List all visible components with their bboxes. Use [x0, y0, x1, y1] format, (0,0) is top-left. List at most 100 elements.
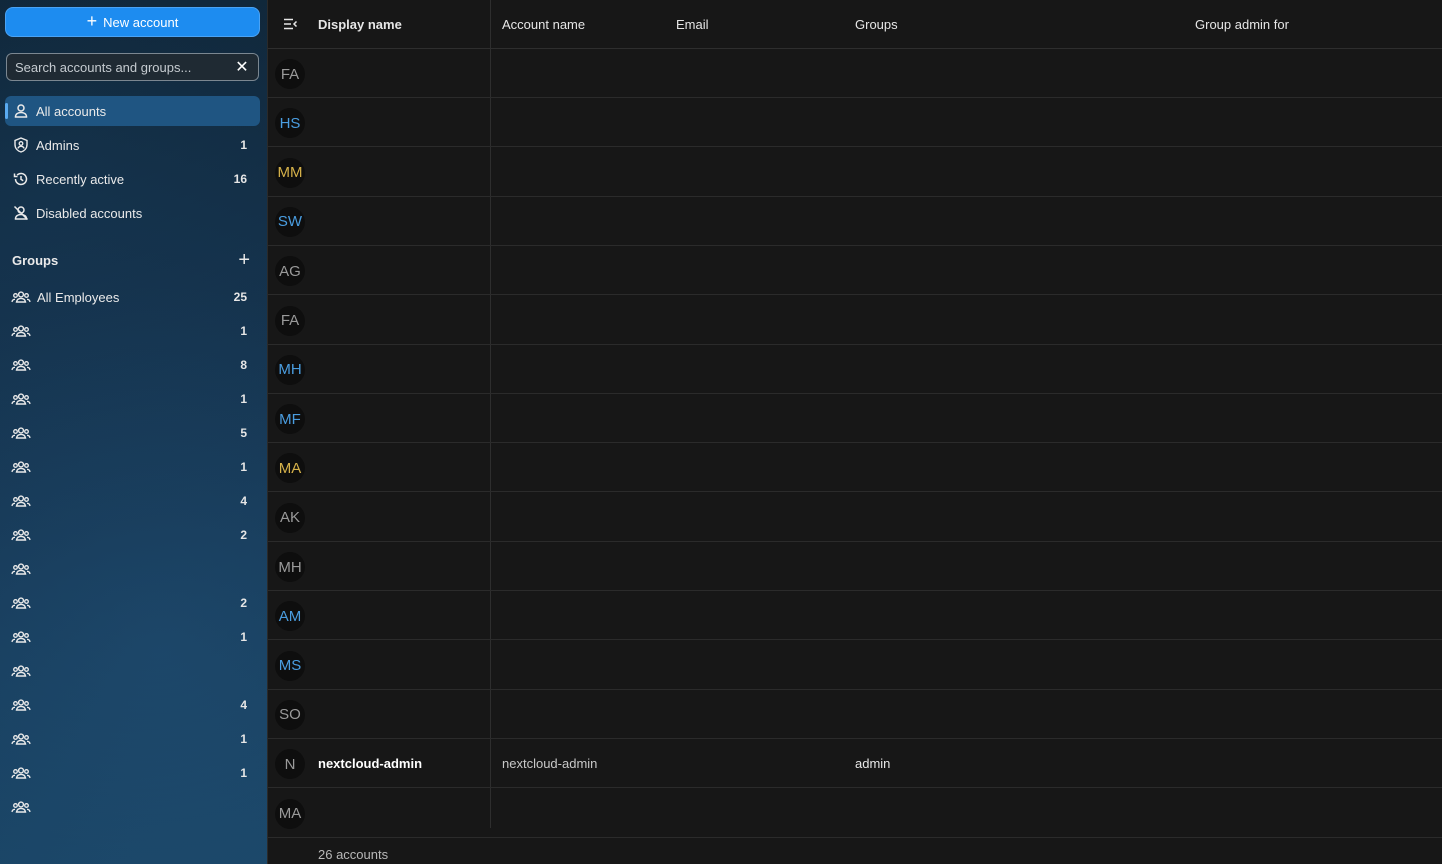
- avatar[interactable]: AG: [275, 256, 305, 287]
- avatar[interactable]: MM: [275, 157, 305, 188]
- add-group-button[interactable]: +: [238, 250, 250, 270]
- group-item[interactable]: [5, 792, 260, 822]
- group-count: 1: [240, 630, 247, 644]
- group-count: 1: [240, 392, 247, 406]
- account-group-icon: [11, 731, 31, 747]
- table-row[interactable]: SW: [268, 197, 1442, 246]
- group-item[interactable]: 1: [5, 384, 260, 414]
- nav-recently-active[interactable]: Recently active 16: [5, 164, 260, 194]
- table-row[interactable]: MH: [268, 542, 1442, 591]
- avatar[interactable]: FA: [275, 305, 305, 336]
- group-item[interactable]: 1: [5, 622, 260, 652]
- account-group-icon: [11, 629, 31, 645]
- plus-icon: +: [86, 11, 98, 31]
- avatar[interactable]: MA: [275, 453, 305, 484]
- group-item[interactable]: 4: [5, 486, 260, 516]
- group-item[interactable]: 2: [5, 520, 260, 550]
- group-count: 2: [240, 596, 247, 610]
- table-row[interactable]: SO: [268, 690, 1442, 739]
- nav-all-accounts[interactable]: All accounts: [5, 96, 260, 126]
- table-row[interactable]: MH: [268, 345, 1442, 394]
- group-item[interactable]: 1: [5, 724, 260, 754]
- group-item[interactable]: [5, 656, 260, 686]
- table-row[interactable]: MA: [268, 789, 1442, 838]
- account-group-icon: [11, 765, 31, 781]
- table-row[interactable]: FA: [268, 49, 1442, 98]
- search-box: ✕: [6, 53, 259, 81]
- account-off-icon: [13, 205, 29, 221]
- group-item[interactable]: 1: [5, 316, 260, 346]
- group-count: 1: [240, 732, 247, 746]
- avatar[interactable]: MH: [275, 354, 305, 385]
- account-group-icon: [11, 697, 31, 713]
- group-item[interactable]: 5: [5, 418, 260, 448]
- table-header: Display name Account name Email Groups G…: [268, 0, 1442, 49]
- table-row[interactable]: MM: [268, 148, 1442, 197]
- table-row[interactable]: AK: [268, 493, 1442, 542]
- avatar[interactable]: SW: [275, 206, 305, 237]
- avatar[interactable]: MF: [275, 404, 305, 435]
- table-row[interactable]: AG: [268, 246, 1442, 296]
- account-name-cell: nextcloud-admin: [502, 756, 598, 772]
- table-row[interactable]: MA: [268, 443, 1442, 493]
- table-row[interactable]: FA: [268, 296, 1442, 345]
- group-item[interactable]: 8: [5, 350, 260, 380]
- group-item[interactable]: [5, 554, 260, 584]
- nav-label: All accounts: [36, 103, 107, 119]
- account-icon: [13, 103, 29, 119]
- close-icon[interactable]: ✕: [234, 57, 250, 77]
- table-row[interactable]: MF: [268, 394, 1442, 444]
- groups-title: Groups: [12, 252, 59, 268]
- history-icon: [13, 171, 29, 187]
- group-count: 1: [240, 324, 247, 338]
- account-group-icon: [11, 595, 31, 611]
- group-item[interactable]: 1: [5, 758, 260, 788]
- account-group-icon: [11, 561, 31, 577]
- avatar[interactable]: MA: [275, 798, 305, 829]
- avatar[interactable]: HS: [275, 108, 305, 139]
- header-email: Email: [676, 17, 709, 32]
- table-row[interactable]: Nnextcloud-admin nextcloud-admin admin: [268, 739, 1442, 789]
- group-count: 1: [240, 766, 247, 780]
- search-input[interactable]: [15, 59, 234, 75]
- header-group-admin-for: Group admin for: [1195, 17, 1289, 32]
- display-name-cell: nextcloud-admin: [318, 756, 423, 772]
- avatar[interactable]: AK: [275, 502, 305, 533]
- app-navigation: + New account ✕ All accounts Admins 1 Re…: [0, 0, 267, 864]
- groups-header: Groups +: [12, 250, 252, 270]
- header-groups: Groups: [855, 17, 898, 32]
- groups-cell: admin: [855, 756, 891, 772]
- group-label: All Employees: [37, 289, 120, 305]
- account-group-icon: [11, 391, 31, 407]
- table-row[interactable]: AM: [268, 591, 1442, 641]
- group-item[interactable]: 4: [5, 690, 260, 720]
- avatar[interactable]: MS: [275, 650, 305, 681]
- group-count: 1: [240, 460, 247, 474]
- header-account-name[interactable]: Account name: [502, 17, 585, 32]
- avatar[interactable]: SO: [275, 699, 305, 730]
- table-row[interactable]: MS: [268, 641, 1442, 690]
- avatar[interactable]: AM: [275, 601, 305, 632]
- avatar[interactable]: MH: [275, 552, 305, 582]
- group-count: 4: [240, 698, 247, 712]
- new-account-button[interactable]: + New account: [5, 7, 260, 37]
- table-row[interactable]: HS: [268, 98, 1442, 148]
- header-display-name[interactable]: Display name: [318, 17, 402, 32]
- new-account-label: New account: [103, 14, 179, 30]
- group-count: 8: [240, 358, 247, 372]
- group-item[interactable]: All Employees 25: [5, 282, 260, 312]
- account-group-icon: [11, 357, 31, 373]
- account-group-icon: [11, 323, 31, 339]
- group-count: 25: [233, 290, 247, 304]
- group-item[interactable]: 1: [5, 452, 260, 482]
- group-item[interactable]: 2: [5, 588, 260, 618]
- account-group-icon: [11, 663, 31, 679]
- menu-toggle-icon[interactable]: [282, 16, 298, 32]
- nav-admins[interactable]: Admins 1: [5, 130, 260, 160]
- avatar[interactable]: N: [275, 749, 305, 780]
- account-group-icon: [11, 493, 31, 509]
- account-list: Display name Account name Email Groups G…: [267, 0, 1442, 864]
- nav-disabled-accounts[interactable]: Disabled accounts: [5, 198, 260, 228]
- avatar[interactable]: FA: [275, 59, 305, 89]
- group-count: 4: [240, 494, 247, 508]
